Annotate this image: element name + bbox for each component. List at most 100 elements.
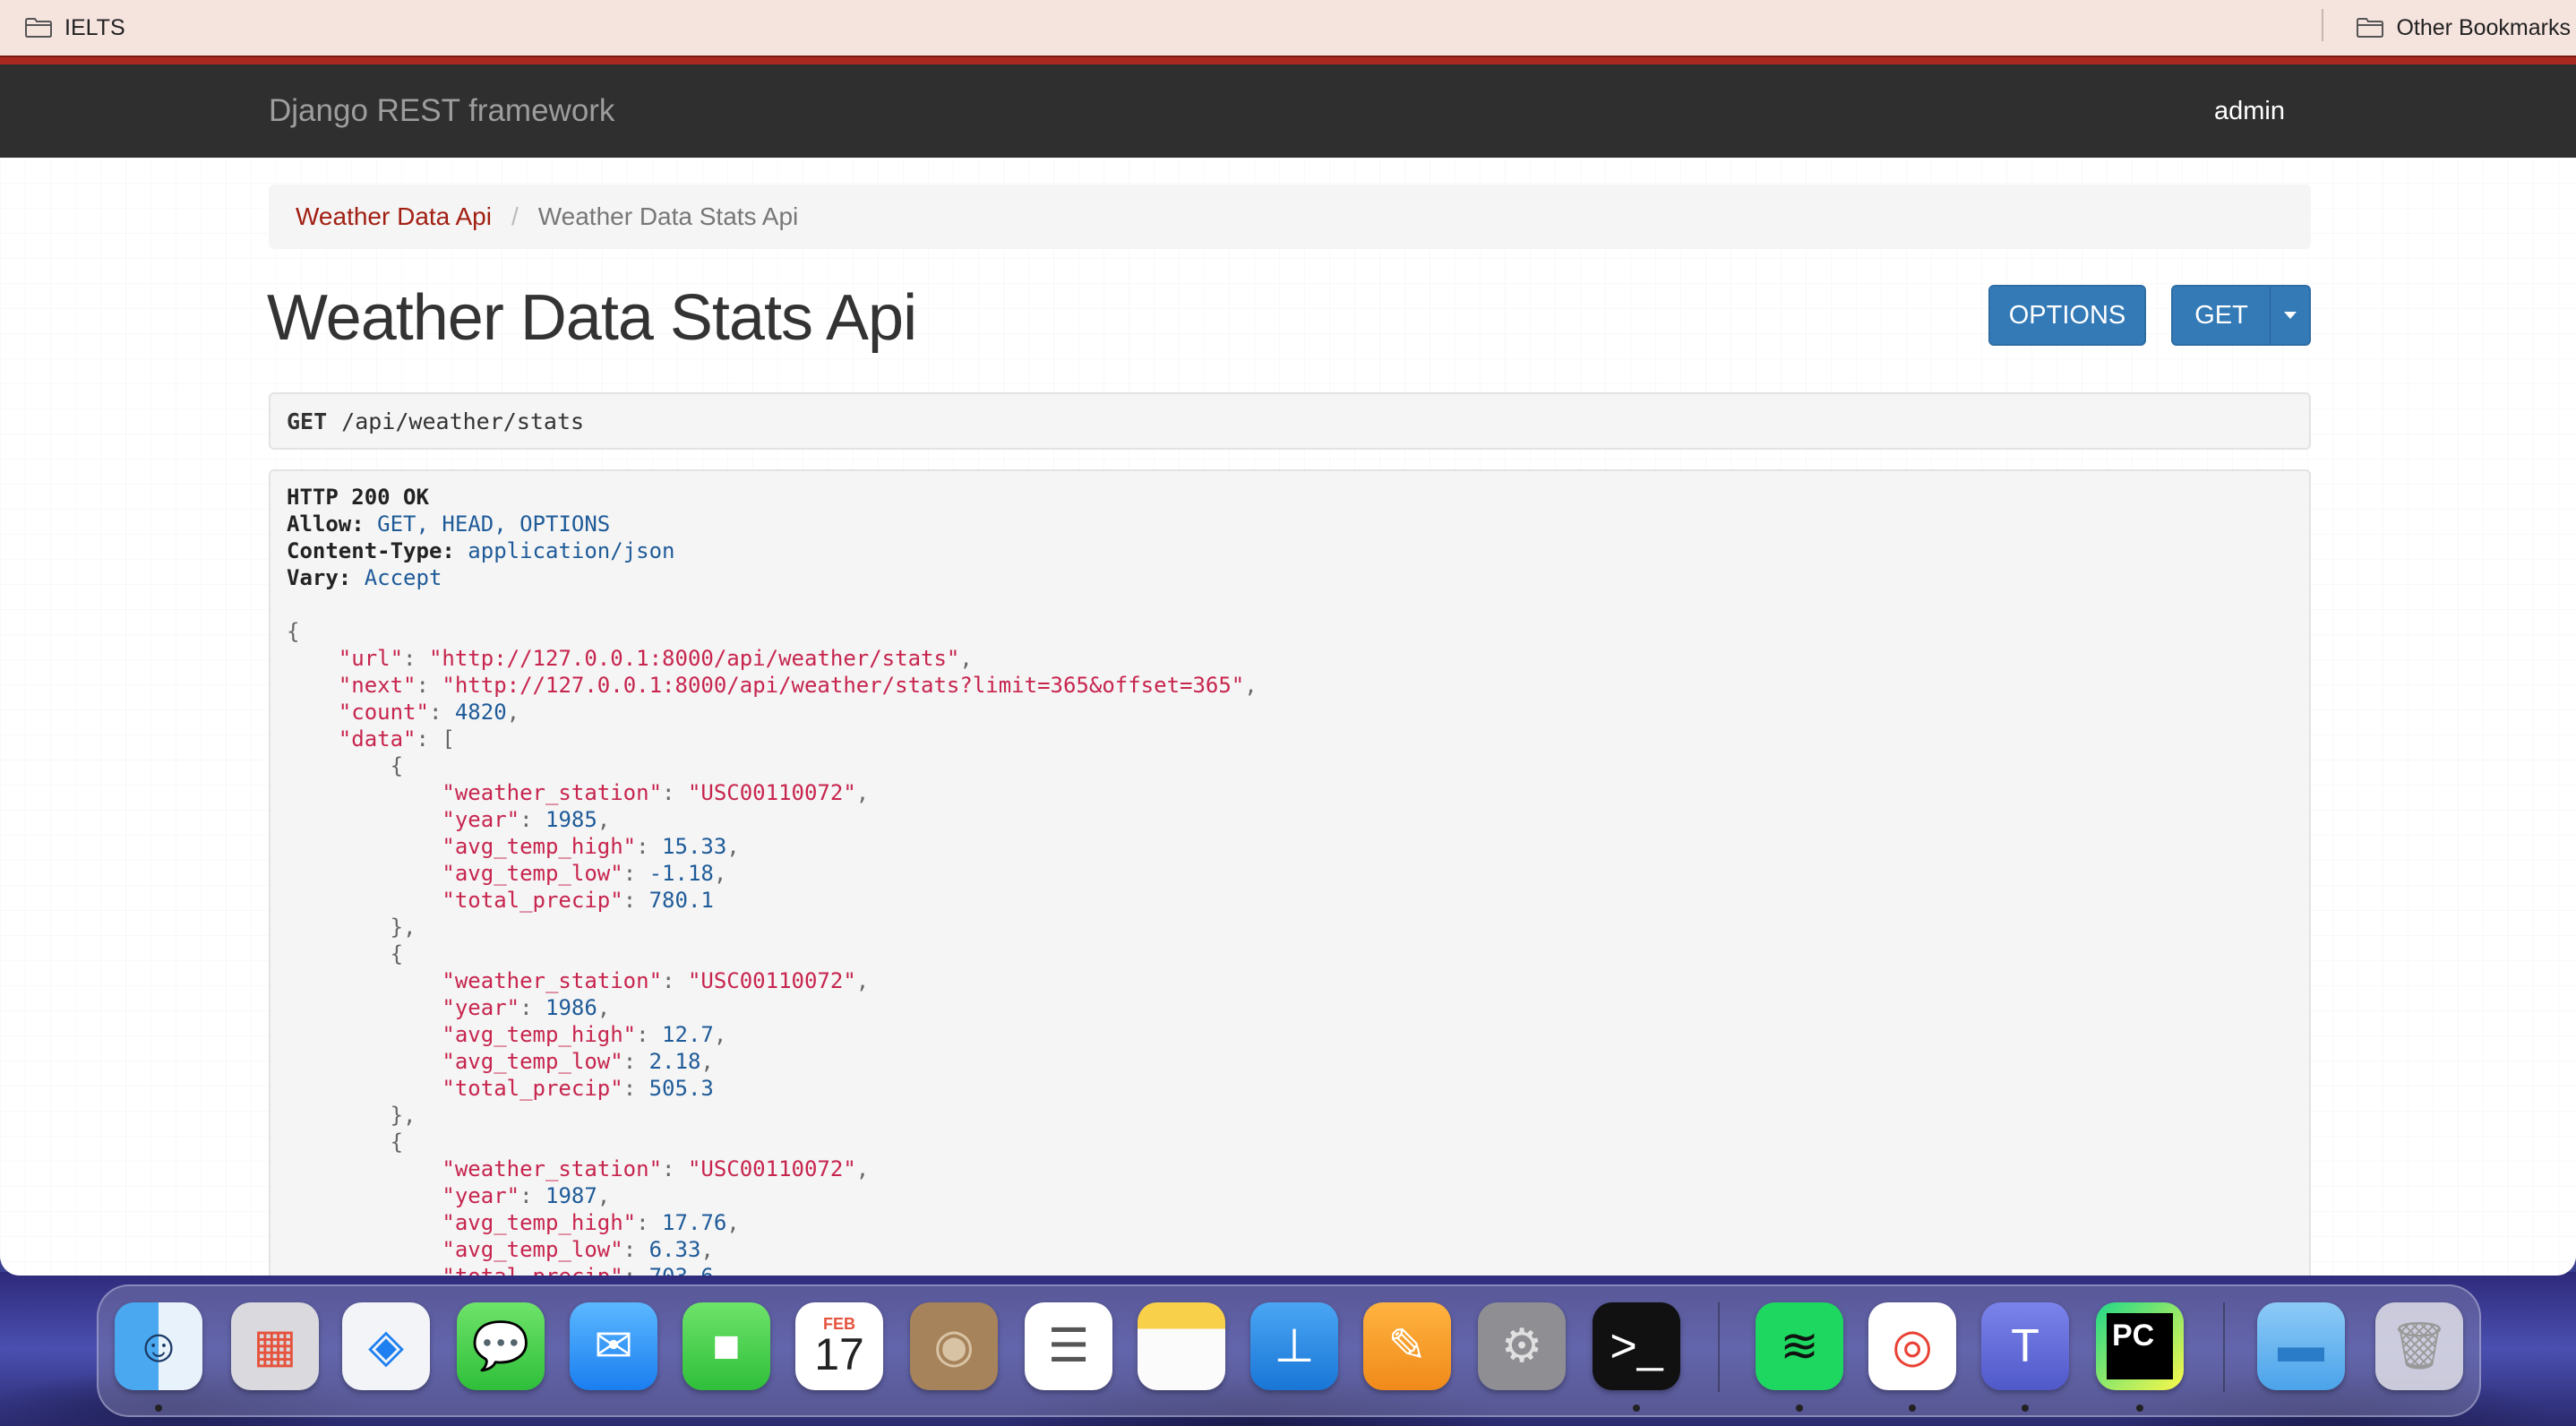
spotify-icon[interactable]: ≋ bbox=[1756, 1302, 1843, 1390]
json-key: "avg_temp_low" bbox=[442, 861, 623, 886]
facetime-icon[interactable]: ■ bbox=[683, 1302, 770, 1390]
calendar-day: 17 bbox=[814, 1329, 864, 1379]
json-value: 780.1 bbox=[648, 888, 714, 913]
messages-icon[interactable]: 💬 bbox=[457, 1302, 545, 1390]
downloads-folder-icon[interactable]: ▬ bbox=[2257, 1302, 2345, 1390]
reminders-icon[interactable]: ☰ bbox=[1025, 1302, 1112, 1390]
record-field: "total_precip": 703.6 bbox=[287, 1263, 2293, 1276]
pycharm-icon[interactable]: PC bbox=[2096, 1302, 2184, 1390]
json-value: 6.33 bbox=[648, 1237, 701, 1262]
trash-icon[interactable]: 🗑 bbox=[2375, 1302, 2463, 1390]
json-value: "USC00110072" bbox=[687, 968, 856, 993]
json-line: }, bbox=[287, 1103, 416, 1128]
terminal-icon[interactable]: >_ bbox=[1593, 1302, 1680, 1390]
system-settings-icon[interactable]: ⚙ bbox=[1478, 1302, 1566, 1390]
url-link[interactable]: "http://127.0.0.1:8000/api/weather/stats… bbox=[429, 646, 959, 671]
options-button[interactable]: OPTIONS bbox=[1988, 285, 2146, 346]
record-field: "year": 1985, bbox=[442, 807, 611, 832]
notes-icon[interactable] bbox=[1138, 1302, 1225, 1390]
json-value: 15.33 bbox=[662, 834, 727, 859]
json-line: { bbox=[287, 753, 404, 778]
json-value: 17.76 bbox=[662, 1210, 727, 1235]
header-key: Allow: bbox=[287, 511, 365, 537]
json-value: 12.7 bbox=[662, 1022, 714, 1047]
json-value: "USC00110072" bbox=[687, 1156, 856, 1181]
running-indicator bbox=[1909, 1405, 1916, 1412]
json-key: "weather_station" bbox=[442, 780, 663, 805]
breadcrumb-link[interactable]: Weather Data Api bbox=[296, 202, 492, 231]
bookmark-other[interactable]: Other Bookmarks bbox=[2357, 0, 2571, 56]
record-field: "weather_station": "USC00110072", bbox=[442, 1156, 870, 1181]
json-key: "next" bbox=[338, 673, 416, 698]
bookmarks-bar: IELTS Other Bookmarks bbox=[0, 0, 2576, 56]
json-line: { bbox=[287, 619, 300, 644]
json-key: "year" bbox=[442, 1183, 520, 1208]
keynote-icon[interactable]: ⊥ bbox=[1250, 1302, 1338, 1390]
running-indicator bbox=[1633, 1405, 1640, 1412]
header-value: GET, HEAD, OPTIONS bbox=[377, 511, 611, 537]
header-line: Vary: Accept bbox=[287, 564, 2293, 591]
record-field: "year": 1987, bbox=[442, 1183, 611, 1208]
next-link[interactable]: "http://127.0.0.1:8000/api/weather/stats… bbox=[442, 673, 1244, 698]
json-value: 4820 bbox=[454, 700, 507, 725]
record-field: "avg_temp_high": 15.33, bbox=[442, 834, 740, 859]
json-key: "year" bbox=[442, 807, 520, 832]
record-field: "total_precip": 780.1 bbox=[442, 888, 714, 913]
request-path: /api/weather/stats bbox=[341, 408, 585, 434]
browser-window: IELTS Other Bookmarks Django REST framew… bbox=[0, 0, 2576, 1276]
json-value: 1985 bbox=[545, 807, 597, 832]
contacts-icon[interactable]: ◉ bbox=[910, 1302, 998, 1390]
running-indicator bbox=[1796, 1405, 1803, 1412]
json-key: "avg_temp_high" bbox=[442, 1022, 637, 1047]
get-button[interactable]: GET bbox=[2171, 285, 2271, 346]
breadcrumb: Weather Data Api / Weather Data Stats Ap… bbox=[269, 185, 2311, 249]
user-menu[interactable]: admin bbox=[2214, 64, 2285, 158]
launchpad-icon[interactable]: ▦ bbox=[231, 1302, 319, 1390]
bookmarks-divider bbox=[2322, 9, 2323, 41]
json-key: "data" bbox=[338, 726, 416, 752]
navbar: Django REST framework admin bbox=[0, 64, 2576, 158]
json-value: "USC00110072" bbox=[687, 780, 856, 805]
bookmark-ielts[interactable]: IELTS bbox=[25, 0, 125, 56]
calendar-icon[interactable]: FEB 17 bbox=[795, 1302, 883, 1390]
json-value: 1986 bbox=[545, 995, 597, 1020]
record-field: "weather_station": "USC00110072", bbox=[442, 780, 870, 805]
bookmark-label: Other Bookmarks bbox=[2396, 14, 2571, 40]
pages-icon[interactable]: ✎ bbox=[1363, 1302, 1451, 1390]
json-line: { bbox=[287, 1130, 404, 1155]
running-indicator bbox=[155, 1405, 162, 1412]
json-key: "avg_temp_high" bbox=[442, 1210, 637, 1235]
records-list: { "weather_station": "USC00110072", "yea… bbox=[287, 752, 2293, 1276]
header-key: Vary: bbox=[287, 565, 352, 590]
record-field: "weather_station": "USC00110072", bbox=[442, 968, 870, 993]
finder-icon[interactable]: ☺ bbox=[115, 1302, 202, 1390]
mail-icon[interactable]: ✉ bbox=[570, 1302, 657, 1390]
pycharm-label: PC bbox=[2107, 1313, 2173, 1379]
teams-icon[interactable]: T bbox=[1981, 1302, 2069, 1390]
header-value: Accept bbox=[364, 565, 442, 590]
request-method: GET bbox=[287, 408, 328, 434]
breadcrumb-separator: / bbox=[511, 202, 519, 230]
safari-icon[interactable]: ◈ bbox=[342, 1302, 430, 1390]
json-line: }, bbox=[287, 915, 416, 940]
main-content: Weather Data Api / Weather Data Stats Ap… bbox=[0, 158, 2576, 1276]
json-line: "url": "http://127.0.0.1:8000/api/weathe… bbox=[338, 646, 973, 671]
json-key: "total_precip" bbox=[442, 1264, 623, 1276]
running-indicator bbox=[2022, 1405, 2029, 1412]
brand-link[interactable]: Django REST framework bbox=[269, 64, 614, 158]
json-value: 2.18 bbox=[648, 1049, 701, 1074]
record-field: "total_precip": 505.3 bbox=[442, 1076, 714, 1101]
json-key: "avg_temp_low" bbox=[442, 1237, 623, 1262]
record-field: "avg_temp_high": 12.7, bbox=[442, 1022, 727, 1047]
json-key: "count" bbox=[338, 700, 429, 725]
get-format-dropdown[interactable] bbox=[2270, 285, 2311, 346]
json-key: "url" bbox=[338, 646, 404, 671]
json-value: 1987 bbox=[545, 1183, 597, 1208]
chrome-icon[interactable]: ◎ bbox=[1868, 1302, 1956, 1390]
json-key: "year" bbox=[442, 995, 520, 1020]
dock-divider bbox=[1718, 1302, 1720, 1392]
json-value: -1.18 bbox=[648, 861, 714, 886]
json-value: 505.3 bbox=[648, 1076, 714, 1101]
header-line: Allow: GET, HEAD, OPTIONS bbox=[287, 511, 2293, 537]
json-line: "data": [ bbox=[338, 726, 455, 752]
